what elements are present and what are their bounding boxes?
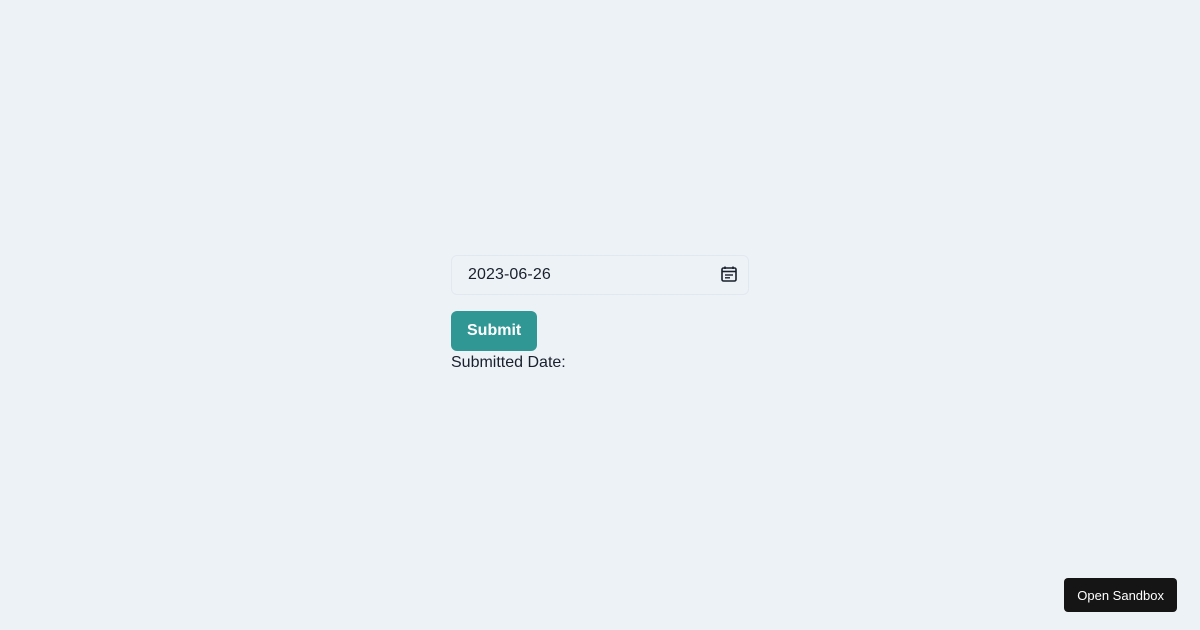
date-input[interactable]: 2023-06-26 — [451, 255, 749, 295]
calendar-icon[interactable] — [720, 265, 738, 283]
submit-button[interactable]: Submit — [451, 311, 538, 351]
date-input-value[interactable]: 2023-06-26 — [468, 266, 551, 284]
submitted-date-label: Submitted Date: — [451, 354, 566, 371]
page: 2023-06-26 Submit Submitted Date: Open S… — [0, 0, 1200, 630]
date-form: 2023-06-26 Submit Submitted Date: — [451, 255, 749, 373]
open-sandbox-button[interactable]: Open Sandbox — [1064, 578, 1177, 612]
